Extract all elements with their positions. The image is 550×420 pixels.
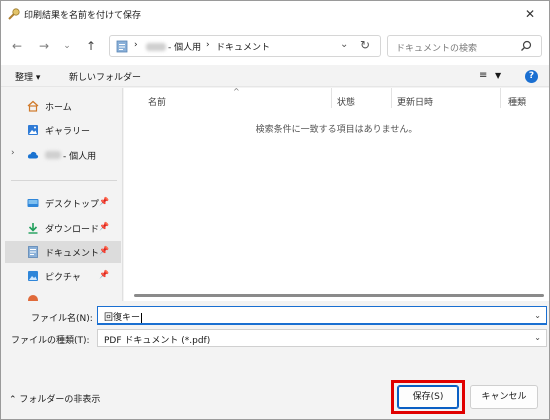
breadcrumb-separator: ›	[206, 40, 210, 50]
column-header-status[interactable]: 状態	[337, 95, 355, 108]
search-input[interactable]: ドキュメントの検索	[387, 35, 542, 57]
save-button[interactable]: 保存(S)	[397, 385, 459, 409]
column-header-date-modified[interactable]: 更新日時	[397, 95, 433, 108]
pin-icon: 📌	[99, 222, 109, 231]
redacted-user-name	[146, 43, 166, 51]
file-list: ^ 名前 状態 更新日時 種類 検索条件に一致する項目はありません。	[124, 87, 549, 301]
breadcrumb-separator: ›	[134, 40, 138, 50]
pin-icon: 📌	[99, 246, 109, 255]
organize-button[interactable]: 整理 ▾	[15, 70, 40, 83]
filename-label: ファイル名(N):	[31, 314, 93, 324]
sidebar-divider	[11, 180, 117, 181]
chevron-down-icon[interactable]: ⌄	[534, 333, 541, 342]
search-placeholder: ドキュメントの検索	[396, 44, 478, 54]
search-icon	[521, 40, 532, 51]
filetype-label: ファイルの種類(T):	[11, 336, 90, 346]
address-bar[interactable]: › - 個人用 › ドキュメント ⌄ ↻	[109, 35, 381, 57]
sidebar-item-documents[interactable]: ドキュメント 📌	[5, 241, 121, 263]
address-history-chevron-icon[interactable]: ⌄	[340, 39, 348, 50]
save-form: ファイル名(N): 回復キー ⌄ ファイルの種類(T): PDF ドキュメント …	[1, 301, 549, 361]
save-dialog: 印刷結果を名前を付けて保存 ✕ ← → ⌄ ↑ › - 個人用 › ドキュメント…	[0, 0, 550, 420]
desktop-icon	[27, 199, 39, 207]
cancel-button[interactable]: キャンセル	[470, 385, 538, 409]
new-folder-button[interactable]: 新しいフォルダー	[69, 70, 141, 83]
sidebar-item-label: ホーム	[45, 103, 72, 113]
sidebar-item-home[interactable]: ホーム	[5, 95, 121, 117]
filetype-select[interactable]: PDF ドキュメント (*.pdf) ⌄	[97, 329, 547, 347]
column-separator[interactable]	[500, 88, 501, 108]
title-bar: 印刷結果を名前を付けて保存 ✕	[1, 1, 549, 27]
column-separator[interactable]	[331, 88, 332, 108]
redacted-user-name	[45, 151, 61, 159]
chevron-up-icon: ⌃	[9, 395, 17, 405]
sidebar-item-downloads[interactable]: ダウンロード 📌	[5, 217, 121, 239]
sidebar-item-label: ダウンロード	[45, 225, 100, 235]
sidebar-item-gallery[interactable]: ギャラリー	[5, 119, 121, 141]
sidebar-item-desktop[interactable]: デスクトップ 📌	[5, 192, 121, 214]
view-list-icon[interactable]: ≡	[479, 70, 487, 81]
forward-arrow-icon[interactable]: →	[36, 38, 52, 54]
text-cursor	[141, 313, 143, 323]
navigation-pane: ホーム ギャラリー › - 個人用 デスクトップ 📌 ダウンロード 📌 ドキュメ…	[1, 88, 123, 301]
chevron-right-icon[interactable]: ›	[11, 148, 15, 158]
hide-folders-label: フォルダーの非表示	[19, 395, 101, 405]
breadcrumb-documents[interactable]: ドキュメント	[216, 40, 270, 53]
window-title: 印刷結果を名前を付けて保存	[24, 11, 142, 21]
filetype-value: PDF ドキュメント (*.pdf)	[104, 336, 211, 346]
pictures-icon	[28, 271, 38, 281]
sidebar-item-label: ギャラリー	[45, 127, 91, 137]
horizontal-scrollbar[interactable]	[134, 294, 544, 297]
sidebar-item-pictures[interactable]: ピクチャ 📌	[5, 265, 121, 287]
command-toolbar: 整理 ▾ 新しいフォルダー ≡ ▼ ?	[1, 65, 549, 87]
music-icon	[28, 295, 38, 301]
cloud-icon	[27, 151, 39, 159]
sidebar-item-label: ピクチャ	[45, 273, 81, 283]
back-arrow-icon[interactable]: ←	[9, 38, 25, 54]
refresh-icon[interactable]: ↻	[360, 38, 370, 52]
download-icon	[28, 223, 38, 234]
sidebar-item-onedrive[interactable]: › - 個人用	[5, 144, 121, 166]
breadcrumb-onedrive[interactable]: - 個人用	[168, 40, 201, 53]
sort-ascending-icon: ^	[233, 87, 240, 96]
sidebar-item-partial[interactable]	[5, 289, 121, 301]
hide-folders-button[interactable]: ⌃ フォルダーの非表示	[9, 392, 100, 405]
up-arrow-icon[interactable]: ↑	[83, 38, 99, 54]
sidebar-item-label: デスクトップ	[45, 200, 100, 210]
pin-icon: 📌	[99, 197, 109, 206]
recent-locations-chevron-icon[interactable]: ⌄	[59, 38, 75, 54]
gallery-icon	[28, 125, 38, 135]
column-header-type[interactable]: 種類	[508, 95, 526, 108]
filename-field[interactable]: 回復キー ⌄	[97, 306, 547, 325]
dialog-footer: ⌃ フォルダーの非表示 保存(S) キャンセル	[1, 361, 549, 419]
pin-icon: 📌	[99, 270, 109, 279]
empty-folder-message: 検索条件に一致する項目はありません。	[255, 125, 418, 135]
chevron-down-icon[interactable]: ⌄	[534, 311, 541, 320]
navigation-bar: ← → ⌄ ↑ › - 個人用 › ドキュメント ⌄ ↻ ドキュメントの検索	[1, 27, 549, 65]
filename-value: 回復キー	[104, 313, 141, 323]
close-icon[interactable]: ✕	[521, 5, 539, 23]
column-separator[interactable]	[391, 88, 392, 108]
home-icon	[27, 100, 39, 112]
column-header-name[interactable]: 名前	[148, 95, 166, 108]
help-icon[interactable]: ?	[525, 70, 538, 83]
sidebar-item-label: - 個人用	[63, 152, 97, 162]
documents-icon	[28, 246, 38, 258]
app-icon	[8, 8, 20, 20]
documents-folder-icon	[116, 40, 128, 53]
sidebar-item-label: ドキュメント	[45, 249, 100, 259]
view-options-chevron-icon[interactable]: ▼	[495, 71, 501, 80]
